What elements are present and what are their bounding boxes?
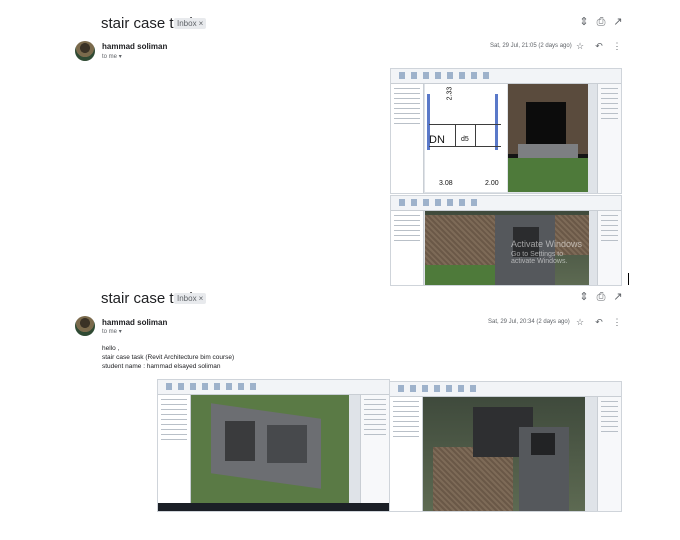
project-browser: [391, 84, 425, 193]
remove-label-icon[interactable]: ×: [199, 19, 204, 28]
body-line-1: hello ,: [102, 345, 120, 352]
reply-icon[interactable]: ↶: [594, 317, 604, 328]
message-date: Sat, 29 Jul, 20:34 (2 days ago): [488, 319, 570, 325]
more-vert-icon[interactable]: ⋮: [612, 317, 622, 328]
recipient-dropdown[interactable]: to me ▾: [102, 328, 122, 335]
project-browser: [158, 395, 192, 511]
body-line-3: student name : hammad elsayed soliman: [102, 363, 221, 370]
plan-dn-label: DN: [429, 134, 445, 146]
unfold-less-icon[interactable]: ⇕: [578, 291, 590, 303]
unfold-less-icon[interactable]: ⇕: [578, 16, 590, 28]
watermark-line-2: Go to Settings to activate Windows.: [511, 251, 568, 265]
windows-taskbar: [158, 503, 389, 511]
star-icon[interactable]: ☆: [575, 41, 585, 52]
sender-avatar[interactable]: [75, 316, 95, 336]
revit-ribbon: [391, 69, 621, 84]
more-vert-icon[interactable]: ⋮: [612, 41, 622, 52]
attachment-revit-3d-house-view[interactable]: Activate Windows Go to Settings to activ…: [390, 195, 622, 286]
stair-3d-view: [508, 84, 588, 192]
plan-vertical-dimension: 2.33: [446, 86, 454, 101]
plan-d5-label: d5: [461, 136, 469, 143]
project-browser: [390, 397, 424, 511]
house-3d-view: Activate Windows Go to Settings to activ…: [425, 211, 589, 285]
reply-icon[interactable]: ↶: [594, 41, 604, 52]
body-line-2: stair case task (Revit Architecture bim …: [102, 354, 235, 361]
properties-panel: [360, 395, 389, 511]
recipient-dropdown[interactable]: to me ▾: [102, 53, 122, 60]
print-icon[interactable]: ⎙: [595, 16, 607, 28]
star-icon[interactable]: ☆: [575, 317, 585, 328]
roof-3d-view: [423, 397, 585, 511]
text-cursor: [628, 273, 629, 285]
attachment-revit-3d-model-view[interactable]: [157, 379, 390, 512]
attachment-revit-3d-roof-view[interactable]: [389, 381, 622, 512]
message-date: Sat, 29 Jul, 21:05 (2 days ago): [490, 43, 572, 49]
sender-name[interactable]: hammad soliman: [102, 318, 167, 327]
plan-dimension-left: 3.08: [439, 180, 453, 187]
model-3d-view: [191, 395, 349, 503]
label-text: Inbox: [177, 19, 197, 28]
plan-dimension-right: 2.00: [485, 180, 499, 187]
chevron-down-icon: ▾: [118, 329, 122, 335]
message-2-label-chip[interactable]: Inbox ×: [174, 293, 207, 304]
chevron-down-icon: ▾: [118, 54, 122, 60]
sender-name[interactable]: hammad soliman: [102, 42, 167, 51]
message-1-label-chip[interactable]: Inbox ×: [174, 18, 207, 29]
revit-ribbon: [391, 196, 621, 211]
revit-ribbon: [390, 382, 621, 397]
attachment-revit-stair-plan-and-3d-view[interactable]: DN d5 2.33 3.08 2.00: [390, 68, 622, 194]
open-in-new-icon[interactable]: ↗: [612, 291, 624, 303]
watermark-line-1: Activate Windows: [511, 239, 583, 249]
floor-plan-view: DN d5 2.33 3.08 2.00: [425, 84, 507, 192]
recipient-label: to me: [102, 54, 118, 60]
project-browser: [391, 211, 425, 285]
print-icon[interactable]: ⎙: [595, 291, 607, 303]
properties-panel: [597, 84, 621, 193]
open-in-new-icon[interactable]: ↗: [612, 16, 624, 28]
remove-label-icon[interactable]: ×: [199, 294, 204, 303]
revit-ribbon: [158, 380, 389, 395]
properties-panel: [597, 211, 621, 285]
recipient-label: to me: [102, 329, 118, 335]
label-text: Inbox: [177, 294, 197, 303]
properties-panel: [596, 397, 621, 511]
sender-avatar[interactable]: [75, 41, 95, 61]
